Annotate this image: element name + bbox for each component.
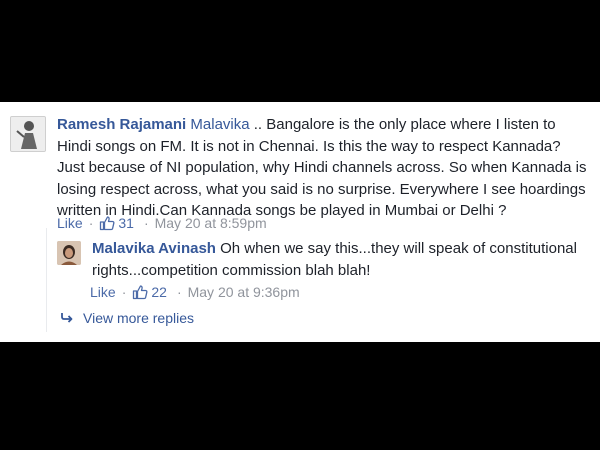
- comment-body: Ramesh Rajamani Malavika .. Bangalore is…: [57, 114, 587, 222]
- comment-timestamp[interactable]: May 20 at 8:59pm: [155, 215, 267, 231]
- reply-meta: Like · 22 · May 20 at 9:36pm: [90, 284, 300, 300]
- reply-arrow-icon: [61, 313, 73, 323]
- meta-separator: ·: [176, 284, 182, 300]
- comment-like-count[interactable]: 31: [118, 215, 134, 231]
- meta-separator: ·: [143, 215, 149, 231]
- avatar-ramesh-rajamani[interactable]: [10, 116, 46, 152]
- thumbs-up-icon: [100, 216, 115, 231]
- person-photo-icon: [57, 241, 81, 265]
- view-more-replies-link[interactable]: View more replies: [60, 310, 194, 326]
- reply-body: Malavika Avinash Oh when we say this...t…: [92, 238, 582, 281]
- comment-mention-link[interactable]: Malavika: [190, 116, 249, 133]
- comments-panel: Ramesh Rajamani Malavika .. Bangalore is…: [0, 102, 600, 342]
- comment-meta: Like · 31 · May 20 at 8:59pm: [57, 215, 267, 231]
- reply-like-button[interactable]: Like: [90, 284, 116, 300]
- comment-like-button[interactable]: Like: [57, 215, 83, 231]
- person-photo-icon: [11, 117, 45, 151]
- meta-separator: ·: [121, 284, 127, 300]
- reply-author-link[interactable]: Malavika Avinash: [92, 240, 216, 257]
- reply-timestamp[interactable]: May 20 at 9:36pm: [188, 284, 300, 300]
- view-more-replies-label: View more replies: [83, 310, 195, 326]
- reply-like-count[interactable]: 22: [151, 284, 167, 300]
- avatar-malavika-avinash[interactable]: [57, 241, 81, 265]
- meta-separator: ·: [88, 215, 94, 231]
- reply-thread-line: [46, 228, 47, 332]
- thumbs-up-icon: [133, 285, 148, 300]
- comment-author-link[interactable]: Ramesh Rajamani: [57, 116, 186, 133]
